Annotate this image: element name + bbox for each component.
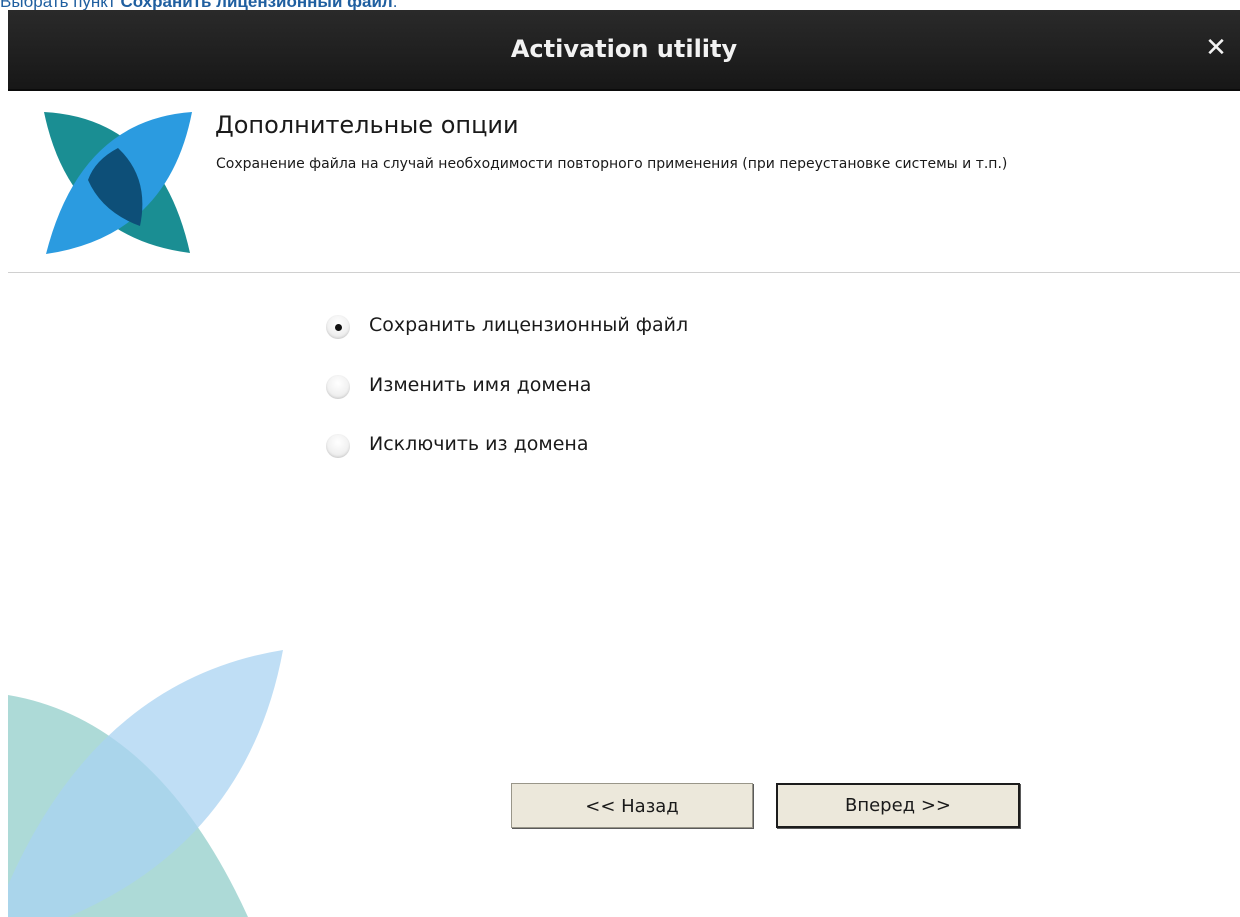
page-description: Сохранение файла на случай необходимости… <box>216 156 1008 172</box>
option-label: Исключить из домена <box>369 433 589 455</box>
option-leave-domain[interactable]: Исключить из домена <box>326 429 746 459</box>
caption-suffix: . <box>392 0 398 10</box>
header-divider <box>8 272 1240 273</box>
option-change-domain-name[interactable]: Изменить имя домена <box>326 370 746 400</box>
app-logo-icon <box>44 112 192 254</box>
option-save-license-file[interactable]: Сохранить лицензионный файл <box>326 310 746 340</box>
window-title: Activation utility <box>510 35 738 63</box>
back-button[interactable]: << Назад <box>511 783 753 828</box>
option-label: Изменить имя домена <box>369 374 592 396</box>
option-label: Сохранить лицензионный файл <box>369 314 689 336</box>
close-icon[interactable]: ✕ <box>1202 34 1230 62</box>
page-title: Дополнительные опции <box>215 111 519 139</box>
page-header: Дополнительные опции Сохранение файла на… <box>8 91 1240 272</box>
radio-button[interactable] <box>326 375 350 399</box>
radio-button[interactable] <box>326 434 350 458</box>
caption-prefix: Выбрать пункт <box>0 0 121 10</box>
instruction-caption: Выбрать пункт Сохранить лицензионный фай… <box>0 0 397 10</box>
next-button[interactable]: Вперед >> <box>776 783 1020 828</box>
activation-window: Activation utility ✕ Дополнительные опци… <box>8 10 1240 917</box>
radio-button-selected[interactable] <box>326 315 350 339</box>
caption-bold: Сохранить лицензионный файл <box>120 0 393 10</box>
window-titlebar: Activation utility ✕ <box>8 10 1240 91</box>
decorative-leaves-graphic <box>8 650 283 917</box>
